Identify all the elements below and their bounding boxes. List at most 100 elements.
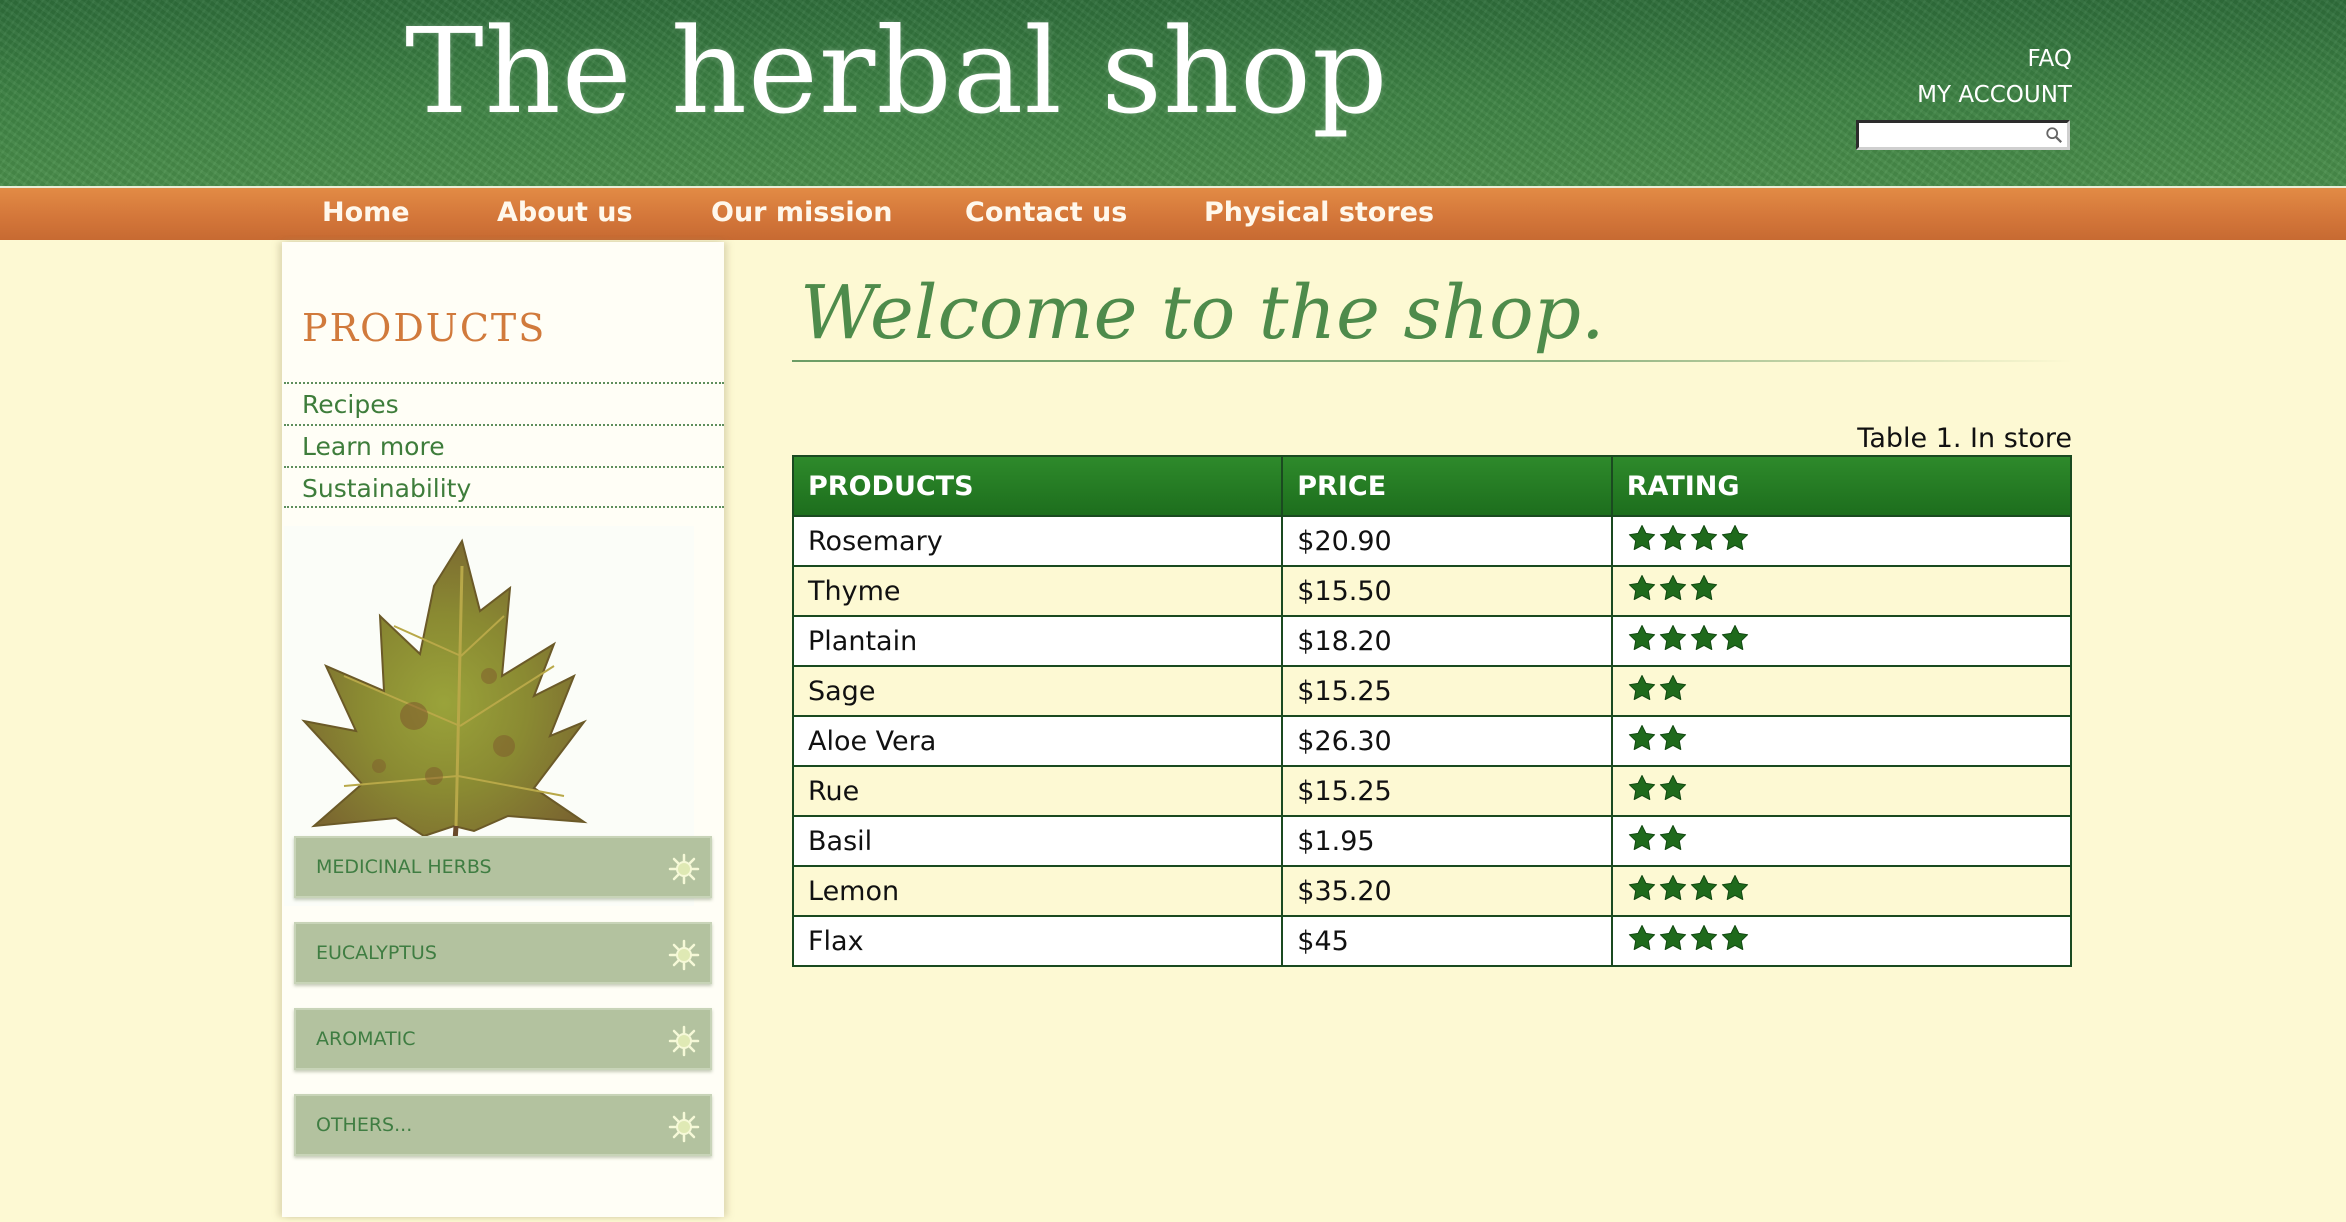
product-name-cell: Lemon	[791, 865, 1284, 917]
search-icon[interactable]	[2045, 126, 2063, 144]
price-cell: $1.95	[1281, 815, 1613, 867]
faq-link[interactable]: FAQ	[2027, 46, 2072, 72]
search-box	[1856, 120, 2070, 150]
product-name-cell: Basil	[791, 815, 1284, 867]
price-cell: $15.25	[1281, 765, 1613, 817]
table-row: Thyme $15.50	[791, 565, 2073, 617]
star-icon	[1690, 574, 1717, 600]
price-cell: $35.20	[1281, 865, 1613, 917]
star-icon	[1628, 774, 1655, 800]
star-icon	[1659, 674, 1686, 700]
table-header-row: PRODUCTS PRICE RATING	[791, 455, 2073, 517]
category-label: AROMATIC	[316, 1028, 416, 1050]
star-icon	[1659, 524, 1686, 550]
table-row: Aloe Vera $26.30	[791, 715, 2073, 767]
sidebar-link-recipes[interactable]: Recipes	[284, 382, 724, 424]
table-row: Basil $1.95	[791, 815, 2073, 867]
star-icon	[1628, 524, 1655, 550]
nav-home[interactable]: Home	[322, 197, 410, 228]
category-others[interactable]: OTHERS...	[294, 1094, 712, 1156]
star-rating	[1627, 823, 1689, 853]
star-icon	[1721, 624, 1748, 650]
table-row: Rosemary $20.90	[791, 515, 2073, 567]
column-header-price: PRICE	[1281, 455, 1613, 517]
column-header-products: PRODUCTS	[791, 455, 1284, 517]
star-icon	[1628, 624, 1655, 650]
category-label: MEDICINAL HERBS	[316, 856, 492, 878]
star-rating	[1627, 573, 1720, 603]
nav-contact-us[interactable]: Contact us	[965, 197, 1127, 228]
table-body: Rosemary $20.90 Thyme $15.50 Plantain $18.20 S…	[791, 515, 2073, 967]
rating-cell	[1610, 615, 2073, 667]
category-aromatic[interactable]: AROMATIC	[294, 1008, 712, 1070]
sidebar-products-heading: PRODUCTS	[302, 306, 547, 350]
rating-cell	[1610, 865, 2073, 917]
star-icon	[1628, 874, 1655, 900]
category-eucalyptus[interactable]: EUCALYPTUS	[294, 922, 712, 984]
star-icon	[1659, 574, 1686, 600]
star-rating	[1627, 523, 1751, 553]
sidebar-link-learn-more[interactable]: Learn more	[284, 424, 724, 466]
category-label: OTHERS...	[316, 1114, 413, 1136]
star-icon	[1659, 774, 1686, 800]
product-name-cell: Plantain	[791, 615, 1284, 667]
table-row: Plantain $18.20	[791, 615, 2073, 667]
star-icon	[1721, 924, 1748, 950]
product-name-cell: Rue	[791, 765, 1284, 817]
star-icon	[1628, 724, 1655, 750]
rating-cell	[1610, 515, 2073, 567]
table-row: Flax $45	[791, 915, 2073, 967]
sun-gear-icon	[668, 939, 700, 971]
site-header: The herbal shop FAQ MY ACCOUNT	[0, 0, 2346, 188]
my-account-link[interactable]: MY ACCOUNT	[1917, 82, 2072, 108]
star-icon	[1721, 524, 1748, 550]
search-input[interactable]	[1859, 123, 2043, 147]
sun-gear-icon	[668, 1025, 700, 1057]
rating-cell	[1610, 715, 2073, 767]
sidebar-link-sustainability[interactable]: Sustainability	[284, 466, 724, 508]
nav-physical-stores[interactable]: Physical stores	[1204, 197, 1434, 228]
price-cell: $15.25	[1281, 665, 1613, 717]
column-header-rating: RATING	[1610, 455, 2073, 517]
welcome-divider	[792, 360, 2072, 362]
star-icon	[1690, 874, 1717, 900]
star-icon	[1659, 824, 1686, 850]
star-icon	[1690, 624, 1717, 650]
sun-gear-icon	[668, 853, 700, 885]
category-label: EUCALYPTUS	[316, 942, 437, 964]
star-rating	[1627, 923, 1751, 953]
price-cell: $15.50	[1281, 565, 1613, 617]
star-rating	[1627, 723, 1689, 753]
rating-cell	[1610, 665, 2073, 717]
products-table: PRODUCTS PRICE RATING Rosemary $20.90 Thym…	[791, 455, 2073, 967]
welcome-heading: Welcome to the shop.	[800, 270, 1605, 356]
nav-our-mission[interactable]: Our mission	[711, 197, 892, 228]
price-cell: $45	[1281, 915, 1613, 967]
category-medicinal-herbs[interactable]: MEDICINAL HERBS	[294, 836, 712, 898]
price-cell: $18.20	[1281, 615, 1613, 667]
star-icon	[1628, 674, 1655, 700]
star-icon	[1659, 874, 1686, 900]
star-icon	[1628, 924, 1655, 950]
main-nav: Home About us Our mission Contact us Phy…	[0, 188, 2346, 240]
rating-cell	[1610, 915, 2073, 967]
price-cell: $26.30	[1281, 715, 1613, 767]
sidebar-links: Recipes Learn more Sustainability	[284, 382, 724, 508]
price-cell: $20.90	[1281, 515, 1613, 567]
nav-about-us[interactable]: About us	[497, 197, 633, 228]
star-icon	[1690, 524, 1717, 550]
star-icon	[1659, 724, 1686, 750]
rating-cell	[1610, 765, 2073, 817]
star-rating	[1627, 773, 1689, 803]
table-row: Lemon $35.20	[791, 865, 2073, 917]
star-rating	[1627, 623, 1751, 653]
star-icon	[1721, 874, 1748, 900]
product-name-cell: Rosemary	[791, 515, 1284, 567]
product-name-cell: Aloe Vera	[791, 715, 1284, 767]
sidebar: PRODUCTS Recipes Learn more Sustainabili…	[282, 242, 724, 1217]
table-row: Sage $15.25	[791, 665, 2073, 717]
product-name-cell: Thyme	[791, 565, 1284, 617]
star-icon	[1659, 624, 1686, 650]
site-title[interactable]: The herbal shop	[405, 2, 1389, 140]
star-icon	[1628, 574, 1655, 600]
